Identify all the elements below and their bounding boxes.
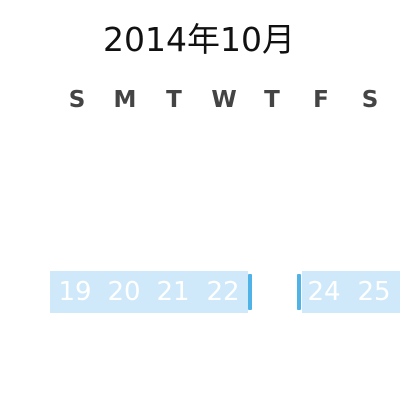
range-end-handle[interactable] xyxy=(248,274,252,310)
weekday-monday: M xyxy=(113,87,137,113)
weekday-wednesday: W xyxy=(211,87,237,113)
weekday-saturday: S xyxy=(361,87,379,113)
weekday-sunday: S xyxy=(68,87,86,113)
day-cell[interactable]: 22 xyxy=(200,271,246,313)
calendar-view: 2014年10月 S M T W T F S 19 20 21 22 24 25 xyxy=(0,0,400,400)
day-cell[interactable]: 24 xyxy=(301,271,347,313)
day-cell[interactable]: 25 xyxy=(351,271,397,313)
day-cell[interactable]: 20 xyxy=(101,271,147,313)
day-cell[interactable]: 19 xyxy=(52,271,98,313)
weekday-friday: F xyxy=(313,87,329,113)
weekday-tuesday: T xyxy=(166,87,182,113)
weekday-thursday: T xyxy=(264,87,280,113)
weekday-header: S M T W T F S xyxy=(0,84,400,116)
month-title: 2014年10月 xyxy=(103,20,295,59)
day-cell[interactable]: 21 xyxy=(150,271,196,313)
